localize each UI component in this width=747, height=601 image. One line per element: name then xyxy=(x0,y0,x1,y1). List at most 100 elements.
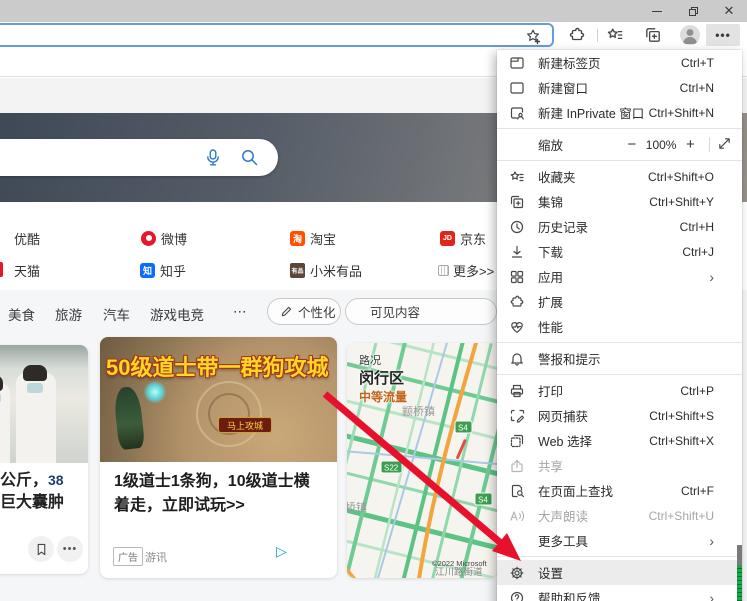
menu-item-new-inprivate-window[interactable]: 新建 InPrivate 窗口 Ctrl+Shift+N xyxy=(497,100,742,125)
traffic-map-card[interactable]: 颛桥镇 桥镇 S4 S22 S4 ©2022 Microsoft 江川路街道 路… xyxy=(347,343,497,578)
search-icon[interactable] xyxy=(240,148,259,167)
traffic-status: 中等流量 xyxy=(359,390,408,404)
search-box[interactable] xyxy=(0,139,278,176)
downloads-icon xyxy=(509,244,525,260)
title-bar: ✕ xyxy=(0,0,747,22)
fullscreen-button[interactable] xyxy=(717,136,732,154)
tab-travel[interactable]: 旅游 xyxy=(55,304,82,324)
quick-link-label: 京东 xyxy=(460,231,487,247)
traffic-label: 路况 xyxy=(359,355,381,367)
favorites-bar-icon[interactable] xyxy=(606,26,624,44)
menu-item-web-capture[interactable]: 网页捕获 Ctrl+Shift+S xyxy=(497,403,742,428)
inprivate-icon xyxy=(509,105,525,121)
xiaomi-youpin-icon: 有品 xyxy=(290,262,305,278)
pencil-icon xyxy=(281,306,292,317)
microphone-icon[interactable] xyxy=(204,148,222,167)
quick-link-xiaomi-youpin[interactable]: 有品 小米有品 xyxy=(290,261,362,279)
svg-text:S4: S4 xyxy=(458,424,468,433)
jd-icon: JD xyxy=(440,230,455,246)
personalize-button[interactable]: 个性化 xyxy=(267,298,341,325)
settings-gear-icon xyxy=(509,565,525,581)
weibo-icon xyxy=(141,230,156,246)
menu-item-web-select[interactable]: Web 选择 Ctrl+Shift+X xyxy=(497,428,742,453)
add-favorite-icon[interactable] xyxy=(524,27,542,45)
minimize-icon xyxy=(652,10,662,12)
card-more-button[interactable]: ••• xyxy=(57,536,83,562)
menu-item-extensions[interactable]: 扩展 xyxy=(497,289,742,314)
close-button[interactable]: ✕ xyxy=(714,0,744,22)
toolbar-separator xyxy=(597,29,598,42)
svg-text:江川路街道: 江川路街道 xyxy=(435,566,483,578)
settings-and-more-button[interactable]: ••• xyxy=(706,24,740,46)
menu-item-performance[interactable]: 性能 xyxy=(497,314,742,339)
zoom-in-button[interactable]: + xyxy=(681,136,700,153)
quick-link-label: 淘宝 xyxy=(310,231,337,247)
quick-link-tmall[interactable]: 天猫 xyxy=(14,261,40,279)
extensions-icon[interactable] xyxy=(568,26,586,44)
ad-card-title: 1级道士1条狗，10级道士横着走，立即试玩>> xyxy=(114,473,310,514)
visible-content-button[interactable]: 可见内容 xyxy=(345,298,497,325)
no-icon xyxy=(509,533,525,549)
menu-item-find-on-page[interactable]: 在页面上查找 Ctrl+F xyxy=(497,478,742,503)
web-select-icon xyxy=(509,433,525,449)
personalize-label: 个性化 xyxy=(298,306,336,320)
medical-staff-photo xyxy=(0,345,88,463)
quick-link-jd[interactable]: JD 京东 xyxy=(440,229,486,247)
news-card-medical[interactable]: 公斤，38 巨大囊肿 ••• xyxy=(0,345,88,574)
bookmark-button[interactable] xyxy=(28,536,54,562)
card-title: 公斤，38 巨大囊肿 xyxy=(0,472,65,511)
game-character xyxy=(112,385,146,451)
zoom-separator xyxy=(709,137,710,152)
tab-gaming[interactable]: 游戏电竞 xyxy=(150,304,204,324)
menu-item-new-window[interactable]: 新建窗口 Ctrl+N xyxy=(497,75,742,100)
minimize-button[interactable] xyxy=(642,0,672,22)
svg-text:颛桥镇: 颛桥镇 xyxy=(402,404,435,418)
tab-cars[interactable]: 汽车 xyxy=(103,304,130,324)
restore-button[interactable] xyxy=(678,0,708,22)
menu-item-help-and-feedback[interactable]: 帮助和反馈 › xyxy=(497,585,742,601)
tab-food[interactable]: 美食 xyxy=(8,304,35,324)
adchoices-icon[interactable]: ▷ xyxy=(276,543,287,560)
profile-avatar[interactable] xyxy=(680,25,700,45)
bell-icon xyxy=(509,351,525,367)
share-icon xyxy=(509,458,525,474)
quick-link-weibo[interactable]: 微博 xyxy=(141,229,187,247)
browser-toolbar: ••• xyxy=(0,22,747,48)
menu-item-collections[interactable]: 集锦 Ctrl+Shift+Y xyxy=(497,189,742,214)
quick-link-more[interactable]: 更多>> xyxy=(438,261,494,279)
ad-cta-badge[interactable]: 马上攻城 xyxy=(218,417,272,433)
quick-link-label: 优酷 xyxy=(14,231,41,247)
menu-item-print[interactable]: 打印 Ctrl+P xyxy=(497,378,742,403)
menu-item-settings[interactable]: 设置 xyxy=(497,560,742,585)
quick-link-youku[interactable]: 优酷 xyxy=(14,229,40,247)
menu-item-history[interactable]: 历史记录 Ctrl+H xyxy=(497,214,742,239)
menu-item-downloads[interactable]: 下载 Ctrl+J xyxy=(497,239,742,264)
menu-item-share: 共享 xyxy=(497,453,742,478)
address-bar[interactable] xyxy=(0,23,554,47)
tabs-more-button[interactable]: ⋯ xyxy=(233,304,247,320)
ad-source: 游讯 xyxy=(145,552,167,564)
menu-item-apps[interactable]: 应用 › xyxy=(497,264,742,289)
menu-separator xyxy=(497,160,742,161)
menu-separator xyxy=(497,342,742,343)
apps-icon xyxy=(509,269,525,285)
zoom-label: 缩放 xyxy=(538,139,564,153)
new-tab-icon xyxy=(509,55,525,71)
menu-item-favorites[interactable]: 收藏夹 Ctrl+Shift+O xyxy=(497,164,742,189)
quick-link-taobao[interactable]: 淘 淘宝 xyxy=(290,229,336,247)
menu-item-alerts-and-tips[interactable]: 警报和提示 xyxy=(497,346,742,371)
game-ad-image: 50级道士带一群狗攻城 马上攻城 xyxy=(100,337,337,462)
menu-item-more-tools[interactable]: 更多工具 › xyxy=(497,528,742,553)
ad-headline-text: 50级道士带一群狗攻城 xyxy=(106,355,329,380)
zoom-out-button[interactable]: − xyxy=(622,136,641,153)
menu-item-new-tab[interactable]: 新建标签页 Ctrl+T xyxy=(497,50,742,75)
svg-text:S22: S22 xyxy=(384,464,399,473)
collections-icon[interactable] xyxy=(644,26,662,44)
menu-scrollbar[interactable] xyxy=(737,545,742,601)
menu-separator xyxy=(497,556,742,557)
quick-link-zhihu[interactable]: 知 知乎 xyxy=(140,261,186,279)
ad-card-game[interactable]: 50级道士带一群狗攻城 马上攻城 1级道士1条狗，10级道士横着走，立即试玩>>… xyxy=(100,337,337,578)
quick-link-label: 微博 xyxy=(161,231,188,247)
settings-and-more-menu: 新建标签页 Ctrl+T 新建窗口 Ctrl+N 新建 InPrivate 窗口 Ct… xyxy=(497,50,742,601)
read-aloud-icon xyxy=(509,508,525,524)
